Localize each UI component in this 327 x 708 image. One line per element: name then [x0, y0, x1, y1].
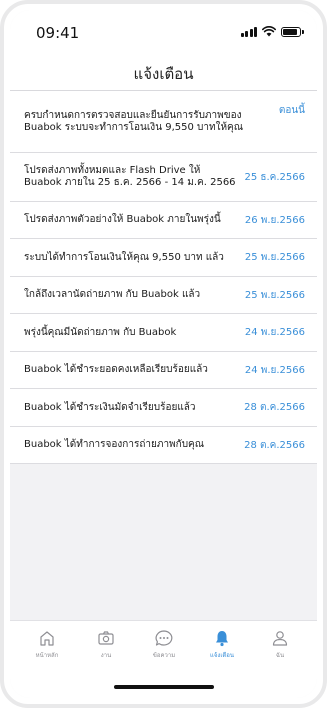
notification-date: 25 พ.ย.2566	[244, 289, 305, 301]
tab-profile-label: ฉัน	[275, 652, 285, 659]
notification-date: 28 ต.ค.2566	[244, 402, 305, 413]
person-icon	[272, 631, 288, 646]
tab-messages-label: ข้อความ	[152, 652, 176, 659]
status-bar: 09:41	[10, 10, 317, 54]
notification-date: 25 พ.ย.2566	[244, 252, 305, 263]
wifi-icon	[262, 26, 276, 37]
tab-bar: หน้าหลัก งาน ข้อความ แจ้งเตือน ฉัน	[10, 620, 317, 698]
notification-item[interactable]: Buabok ได้ทำการจองการถ่ายภาพกับคุณ 28 ต.…	[10, 427, 317, 464]
notification-item[interactable]: ครบกำหนดการตรวจสอบและยืนยันการรับภาพของ …	[10, 91, 317, 153]
notification-item[interactable]: ระบบได้ทำการโอนเงินให้คุณ 9,550 บาท แล้ว…	[10, 239, 317, 277]
notification-item[interactable]: โปรดส่งภาพตัวอย่างให้ Buabok ภายในพรุ่งน…	[10, 202, 317, 239]
battery-icon	[281, 26, 304, 37]
tab-jobs[interactable]: งาน	[81, 629, 131, 660]
notification-text: Buabok ได้ชำระยอดคงเหลือเรียบร้อยแล้ว	[24, 364, 208, 375]
camera-icon	[98, 631, 114, 645]
notification-text: พรุ่งนี้คุณมีนัดถ่ายภาพ กับ Buabok	[24, 326, 177, 338]
status-indicators	[240, 26, 304, 37]
notification-date: 25 ธ.ค.2566	[244, 171, 305, 183]
tab-jobs-label: งาน	[100, 652, 112, 659]
cellular-signal-icon	[240, 26, 257, 37]
tab-home-label: หน้าหลัก	[35, 652, 59, 659]
nav-header: แจ้งเตือน	[10, 54, 317, 91]
notification-date: 24 พ.ย.2566	[244, 364, 305, 376]
notification-item[interactable]: พรุ่งนี้คุณมีนัดถ่ายภาพ กับ Buabok 24 พ.…	[10, 314, 317, 352]
chat-icon	[155, 630, 173, 646]
notification-date: 24 พ.ย.2566	[244, 327, 305, 338]
notification-text: ระบบได้ทำการโอนเงินให้คุณ 9,550 บาท แล้ว	[24, 251, 224, 263]
notification-item[interactable]: ใกล้ถึงเวลานัดถ่ายภาพ กับ Buabok แล้ว 25…	[10, 277, 317, 314]
notification-item[interactable]: Buabok ได้ชำระยอดคงเหลือเรียบร้อยแล้ว 24…	[10, 352, 317, 389]
notification-text: โปรดส่งภาพทั้งหมดและ Flash Drive ให้ Bua…	[24, 165, 236, 188]
notification-text: โปรดส่งภาพตัวอย่างให้ Buabok ภายในพรุ่งน…	[24, 214, 221, 225]
tab-messages[interactable]: ข้อความ	[139, 629, 189, 660]
notification-item[interactable]: Buabok ได้ชำระเงินมัดจำเรียบร้อยแล้ว 28 …	[10, 389, 317, 427]
tab-notifications-label: แจ้งเตือน	[210, 652, 234, 659]
tab-profile[interactable]: ฉัน	[255, 629, 305, 660]
screen: 09:41 แจ้งเตือน ครบกำหนดการตรวจสอบและยืน…	[10, 10, 317, 698]
notification-date: 28 ต.ค.2566	[244, 439, 305, 451]
home-icon	[40, 631, 54, 646]
notification-text: ใกล้ถึงเวลานัดถ่ายภาพ กับ Buabok แล้ว	[24, 289, 201, 300]
device-frame: 09:41 แจ้งเตือน ครบกำหนดการตรวจสอบและยืน…	[0, 0, 327, 708]
page-title: แจ้งเตือน	[133, 65, 194, 83]
bell-icon	[216, 631, 228, 647]
notification-list: ครบกำหนดการตรวจสอบและยืนยันการรับภาพของ …	[10, 91, 317, 464]
notification-item[interactable]: โปรดส่งภาพทั้งหมดและ Flash Drive ให้ Bua…	[10, 153, 317, 202]
status-time: 09:41	[36, 24, 80, 42]
notification-date: ตอนนี้	[278, 105, 305, 116]
notification-text: Buabok ได้ทำการจองการถ่ายภาพกับคุณ	[24, 439, 205, 450]
tab-home[interactable]: หน้าหลัก	[22, 629, 72, 660]
notification-text: ครบกำหนดการตรวจสอบและยืนยันการรับภาพของ …	[24, 109, 244, 133]
home-indicator[interactable]	[114, 685, 214, 689]
notification-date: 26 พ.ย.2566	[244, 214, 305, 226]
tab-notifications[interactable]: แจ้งเตือน	[197, 629, 247, 660]
notification-text: Buabok ได้ชำระเงินมัดจำเรียบร้อยแล้ว	[24, 401, 196, 413]
